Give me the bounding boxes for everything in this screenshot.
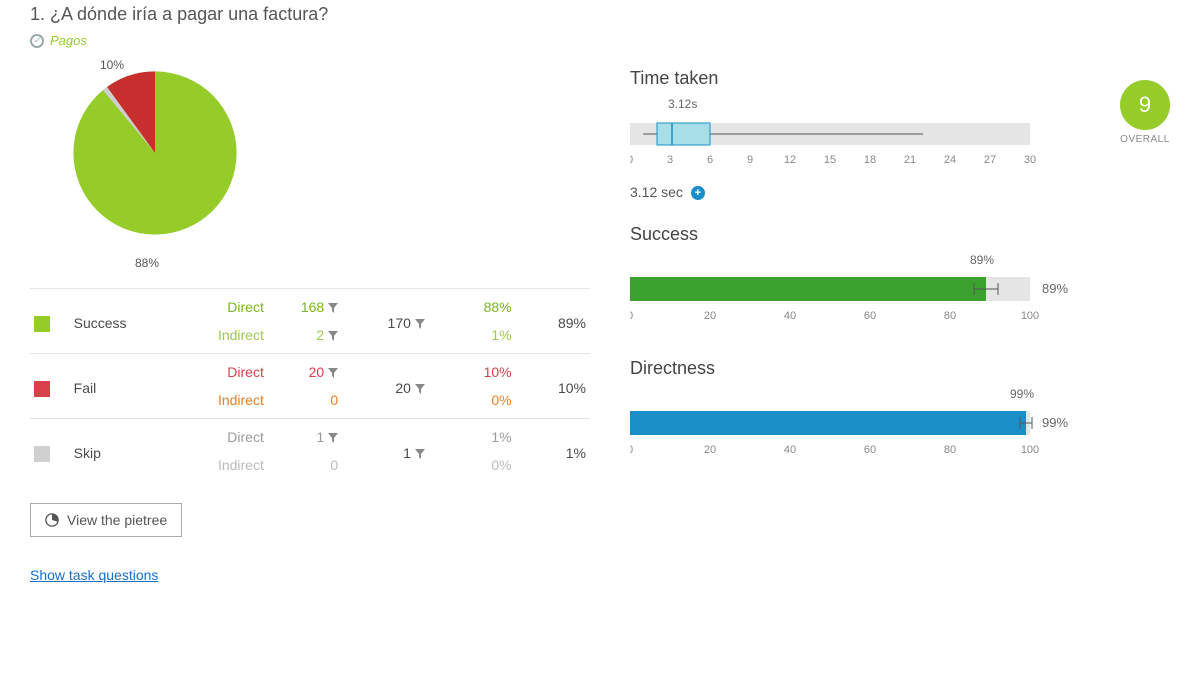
svg-text:100: 100 xyxy=(1021,444,1039,456)
legend-indirect-pct: 0% xyxy=(429,386,516,419)
filter-icon[interactable] xyxy=(328,364,338,380)
time-taken-title: Time taken xyxy=(630,68,1170,89)
table-row: FailDirect202010%10% xyxy=(30,354,590,387)
pie-icon xyxy=(45,513,59,527)
pie-svg xyxy=(70,68,240,238)
svg-text:30: 30 xyxy=(1024,154,1036,166)
legend-indirect-count[interactable]: 0 xyxy=(268,386,342,419)
directness-title: Directness xyxy=(630,358,1170,379)
svg-text:3: 3 xyxy=(667,154,673,166)
legend-indirect-label: Indirect xyxy=(181,386,268,419)
legend-swatch xyxy=(34,316,50,332)
time-taken-footer[interactable]: 3.12 sec + xyxy=(630,184,1170,200)
legend-direct-count[interactable]: 168 xyxy=(268,289,342,322)
legend-name: Skip xyxy=(70,419,182,484)
svg-text:6: 6 xyxy=(707,154,713,166)
legend-total-pct: 1% xyxy=(516,419,590,484)
overall-score-label: OVERALL xyxy=(1120,134,1170,145)
svg-text:18: 18 xyxy=(864,154,876,166)
time-taken-chart: Time taken 3.12s 0 3 6 9 12 15 18 21 24 27 30 xyxy=(630,68,1170,200)
svg-text:27: 27 xyxy=(984,154,996,166)
success-marker-label: 89% xyxy=(970,253,994,267)
question-number: 1. xyxy=(30,4,45,24)
question-tag-label: Pagos xyxy=(50,33,87,48)
legend-direct-pct: 1% xyxy=(429,419,516,452)
table-row: SkipDirect111%1% xyxy=(30,419,590,452)
legend-total-count[interactable]: 1 xyxy=(342,419,429,484)
directness-value-label: 99% xyxy=(1042,415,1068,430)
legend-indirect-label: Indirect xyxy=(181,321,268,354)
filter-icon[interactable] xyxy=(415,445,425,461)
directness-chart: Directness 99% 99% 020406080100 + xyxy=(630,358,1170,468)
view-pietree-label: View the pietree xyxy=(67,512,167,528)
legend-direct-label: Direct xyxy=(181,289,268,322)
success-title: Success xyxy=(630,224,1170,245)
filter-icon[interactable] xyxy=(328,327,338,343)
legend-indirect-pct: 0% xyxy=(429,451,516,483)
legend-name: Fail xyxy=(70,354,182,419)
directness-marker-label: 99% xyxy=(1010,387,1034,401)
svg-text:0: 0 xyxy=(630,154,633,166)
svg-text:60: 60 xyxy=(864,444,876,456)
filter-icon[interactable] xyxy=(415,380,425,396)
legend-indirect-count[interactable]: 0 xyxy=(268,451,342,483)
time-marker-label: 3.12s xyxy=(668,97,697,111)
svg-text:60: 60 xyxy=(864,310,876,322)
legend-indirect-count[interactable]: 2 xyxy=(268,321,342,354)
view-pietree-button[interactable]: View the pietree xyxy=(30,503,182,537)
svg-text:80: 80 xyxy=(944,444,956,456)
legend-total-pct: 89% xyxy=(516,289,590,354)
svg-text:9: 9 xyxy=(747,154,753,166)
svg-text:100: 100 xyxy=(1021,310,1039,322)
svg-text:24: 24 xyxy=(944,154,956,166)
svg-text:0: 0 xyxy=(630,310,633,322)
svg-text:80: 80 xyxy=(944,310,956,322)
question-text: ¿A dónde iría a pagar una factura? xyxy=(50,4,328,24)
svg-text:21: 21 xyxy=(904,154,916,166)
filter-icon[interactable] xyxy=(328,429,338,445)
time-boxplot-svg: 0 3 6 9 12 15 18 21 24 27 30 xyxy=(630,115,1050,175)
outcome-pie-chart: 10% 88% xyxy=(70,68,270,268)
svg-text:0: 0 xyxy=(630,444,633,456)
legend-total-count[interactable]: 20 xyxy=(342,354,429,419)
success-bar-svg: 89% 0 20 40 60 80 100 xyxy=(630,271,1090,329)
outcome-legend-table: SuccessDirect16817088%89%Indirect21%Fail… xyxy=(30,288,590,483)
legend-indirect-label: Indirect xyxy=(181,451,268,483)
directness-bar-svg: 99% 0 20 40 60 80 100 xyxy=(630,405,1090,463)
pie-label-fail: 10% xyxy=(100,58,124,72)
legend-direct-count[interactable]: 1 xyxy=(268,419,342,452)
filter-icon[interactable] xyxy=(415,315,425,331)
success-chart: Success 89% 89% 020406080100 + xyxy=(630,224,1170,334)
svg-text:40: 40 xyxy=(784,310,796,322)
pie-label-success: 88% xyxy=(135,256,159,270)
legend-direct-label: Direct xyxy=(181,354,268,387)
legend-total-pct: 10% xyxy=(516,354,590,419)
legend-name: Success xyxy=(70,289,182,354)
table-row: SuccessDirect16817088%89% xyxy=(30,289,590,322)
svg-text:15: 15 xyxy=(824,154,836,166)
svg-text:20: 20 xyxy=(704,444,716,456)
question-title: 1. ¿A dónde iría a pagar una factura? xyxy=(30,0,1170,29)
svg-text:20: 20 xyxy=(704,310,716,322)
legend-direct-pct: 10% xyxy=(429,354,516,387)
question-tag: ✓ Pagos xyxy=(30,29,1170,68)
expand-icon[interactable]: + xyxy=(691,186,705,200)
success-value-label: 89% xyxy=(1042,281,1068,296)
time-taken-value: 3.12 sec xyxy=(630,184,683,200)
legend-direct-pct: 88% xyxy=(429,289,516,322)
legend-indirect-pct: 1% xyxy=(429,321,516,354)
legend-direct-count[interactable]: 20 xyxy=(268,354,342,387)
legend-swatch xyxy=(34,446,50,462)
check-icon: ✓ xyxy=(30,34,44,48)
filter-icon[interactable] xyxy=(328,299,338,315)
legend-swatch xyxy=(34,381,50,397)
legend-total-count[interactable]: 170 xyxy=(342,289,429,354)
svg-text:40: 40 xyxy=(784,444,796,456)
svg-text:12: 12 xyxy=(784,154,796,166)
legend-direct-label: Direct xyxy=(181,419,268,452)
show-task-questions-link[interactable]: Show task questions xyxy=(30,567,158,583)
